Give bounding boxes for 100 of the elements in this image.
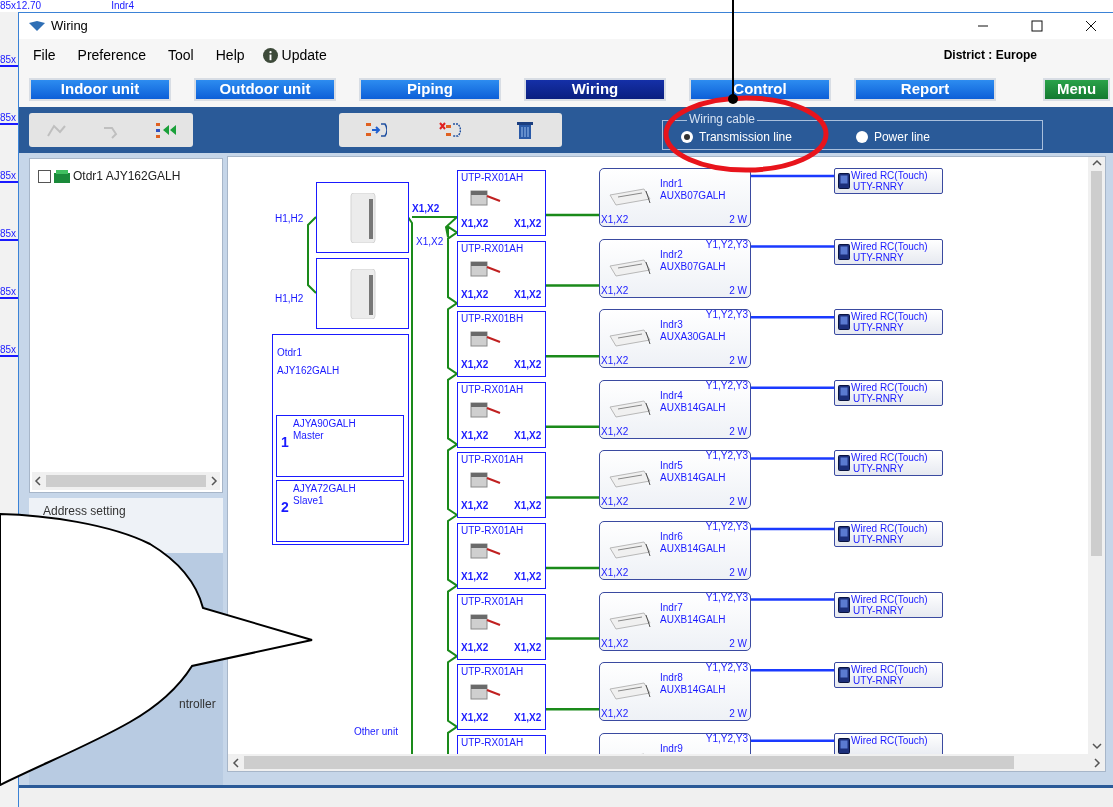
background-label: 85x12.70 xyxy=(0,0,42,11)
scroll-right-icon[interactable] xyxy=(210,476,218,486)
tab[interactable]: Outdoor unit xyxy=(194,77,336,101)
terminal-label: X1,X2 xyxy=(514,500,542,513)
unit-model: AUXB14GALH xyxy=(660,684,726,697)
scrollbar-thumb[interactable] xyxy=(244,756,1014,769)
terminal-label: X1,X2 xyxy=(601,425,629,438)
indoor-unit-drawing xyxy=(608,326,652,349)
remote-controller-icon xyxy=(838,455,850,472)
remote-controller-icon xyxy=(838,173,850,189)
converter-model: UTP-RX01AH xyxy=(461,736,524,749)
power-label: 2 W xyxy=(729,708,747,721)
converter-drawing xyxy=(470,187,502,207)
converter-model: UTP-RX01AH xyxy=(461,525,524,537)
terminal-label: X1,X2 xyxy=(601,708,629,721)
horizontal-scrollbar[interactable] xyxy=(32,472,220,490)
terminal-label: X1,X2 xyxy=(416,236,444,248)
menu-button[interactable]: Menu xyxy=(1043,77,1110,101)
power-label: 2 W xyxy=(729,284,747,297)
menu-item[interactable]: Preference xyxy=(77,44,147,66)
wire-line xyxy=(545,284,599,287)
scroll-left-icon[interactable] xyxy=(34,476,42,486)
terminal-label: X1,X2 xyxy=(514,288,542,301)
wire-line xyxy=(545,354,599,358)
module-model: AJYA72GALH xyxy=(293,483,356,495)
info-icon xyxy=(262,47,278,63)
add-wire-icon[interactable] xyxy=(365,120,388,140)
scroll-right-icon[interactable] xyxy=(1093,757,1101,768)
wire-line xyxy=(545,213,599,217)
radio-button[interactable] xyxy=(681,131,693,143)
connect-arrows-icon[interactable] xyxy=(154,120,177,140)
controller-label: ntroller xyxy=(179,697,216,711)
terminal-label: X1,X2 xyxy=(601,355,629,368)
unit-name: Indr4 xyxy=(660,389,683,402)
converter-model: UTP-RX01AH xyxy=(461,242,524,255)
vertical-scrollbar[interactable] xyxy=(1088,157,1105,754)
tab[interactable]: Indoor unit xyxy=(29,77,171,101)
menu-item[interactable]: File xyxy=(33,44,56,66)
unit-name: Indr8 xyxy=(660,672,683,685)
remote-model: UTY-RNRY xyxy=(853,675,904,688)
remote-model: UTY-RNRY xyxy=(853,534,904,546)
update-menu-item[interactable]: Update xyxy=(262,44,327,66)
terminal-label: Y1,Y2,Y3 xyxy=(705,450,748,463)
radio-button[interactable] xyxy=(855,131,868,143)
remote-controller-icon xyxy=(838,526,850,542)
remote-controller-icon xyxy=(838,384,850,401)
maximize-icon[interactable] xyxy=(1031,20,1043,32)
terminal-label: X1,X2 xyxy=(601,214,629,226)
tab[interactable]: Piping xyxy=(359,77,501,101)
remote-type: Wired RC(Touch) xyxy=(851,593,928,606)
terminal-label: X1,X2 xyxy=(461,641,489,654)
outdoor-unit-icon xyxy=(54,169,70,183)
scroll-left-icon[interactable] xyxy=(232,757,240,768)
terminal-label: X1,X2 xyxy=(461,712,489,725)
remote-model: UTY-RNRY xyxy=(853,604,904,617)
remote-type: Wired RC(Touch) xyxy=(851,381,928,394)
converter-drawing xyxy=(470,328,502,349)
menu-item[interactable]: Tool xyxy=(168,44,194,66)
radio-label[interactable]: Transmission line xyxy=(699,128,792,146)
remote-model: UTY-RNRY xyxy=(853,463,904,476)
terminal-label: H1,H2 xyxy=(275,213,304,225)
terminal-label: X1,X2 xyxy=(514,571,542,583)
indoor-unit-drawing xyxy=(608,185,652,207)
module-number: 1 xyxy=(281,434,289,450)
remove-wire-icon[interactable] xyxy=(439,120,462,140)
terminal-label: X1,X2 xyxy=(601,567,629,579)
terminal-label: X1,X2 xyxy=(514,359,542,372)
terminal-label: X1,X2 xyxy=(412,203,440,215)
scroll-up-icon[interactable] xyxy=(1091,159,1102,167)
unit-name: Indr2 xyxy=(660,248,683,261)
terminal-label: X1,X2 xyxy=(461,359,489,372)
horizontal-scrollbar[interactable] xyxy=(228,754,1105,771)
unit-model: AUXB07GALH xyxy=(660,190,726,202)
remote-model: UTY-RNRY xyxy=(853,251,904,264)
terminal-label: Y1,Y2,Y3 xyxy=(705,379,748,392)
checkbox[interactable] xyxy=(38,169,51,183)
power-label: 2 W xyxy=(729,496,747,509)
tree-item[interactable]: Otdr1 AJY162GALH xyxy=(73,167,181,185)
tab[interactable]: Control xyxy=(689,77,831,101)
remote-controller-icon xyxy=(838,243,850,260)
scroll-down-icon[interactable] xyxy=(1091,742,1102,750)
close-icon[interactable] xyxy=(1085,20,1097,32)
remote-controller-icon xyxy=(838,737,850,754)
power-label: 2 W xyxy=(729,214,747,226)
tab[interactable]: Report xyxy=(854,77,996,101)
address-setting-label: Address setting xyxy=(43,504,126,518)
scrollbar-thumb[interactable] xyxy=(1091,171,1102,556)
remote-type: Wired RC(Touch) xyxy=(851,452,928,465)
tab[interactable]: Wiring xyxy=(524,77,666,101)
wire-line xyxy=(545,425,599,429)
power-label: 2 W xyxy=(729,567,747,579)
terminal-label: X1,X2 xyxy=(461,218,489,230)
unit-name: Otdr1 xyxy=(277,347,302,359)
scrollbar-thumb[interactable] xyxy=(46,475,206,487)
radio-label[interactable]: Power line xyxy=(873,128,930,146)
terminal-label: X1,X2 xyxy=(601,496,629,509)
menu-item[interactable]: Help xyxy=(215,44,245,66)
unit-name: Indr9 xyxy=(660,742,683,754)
remote-type: Wired RC(Touch) xyxy=(851,311,928,324)
remote-controller-icon xyxy=(838,596,850,613)
